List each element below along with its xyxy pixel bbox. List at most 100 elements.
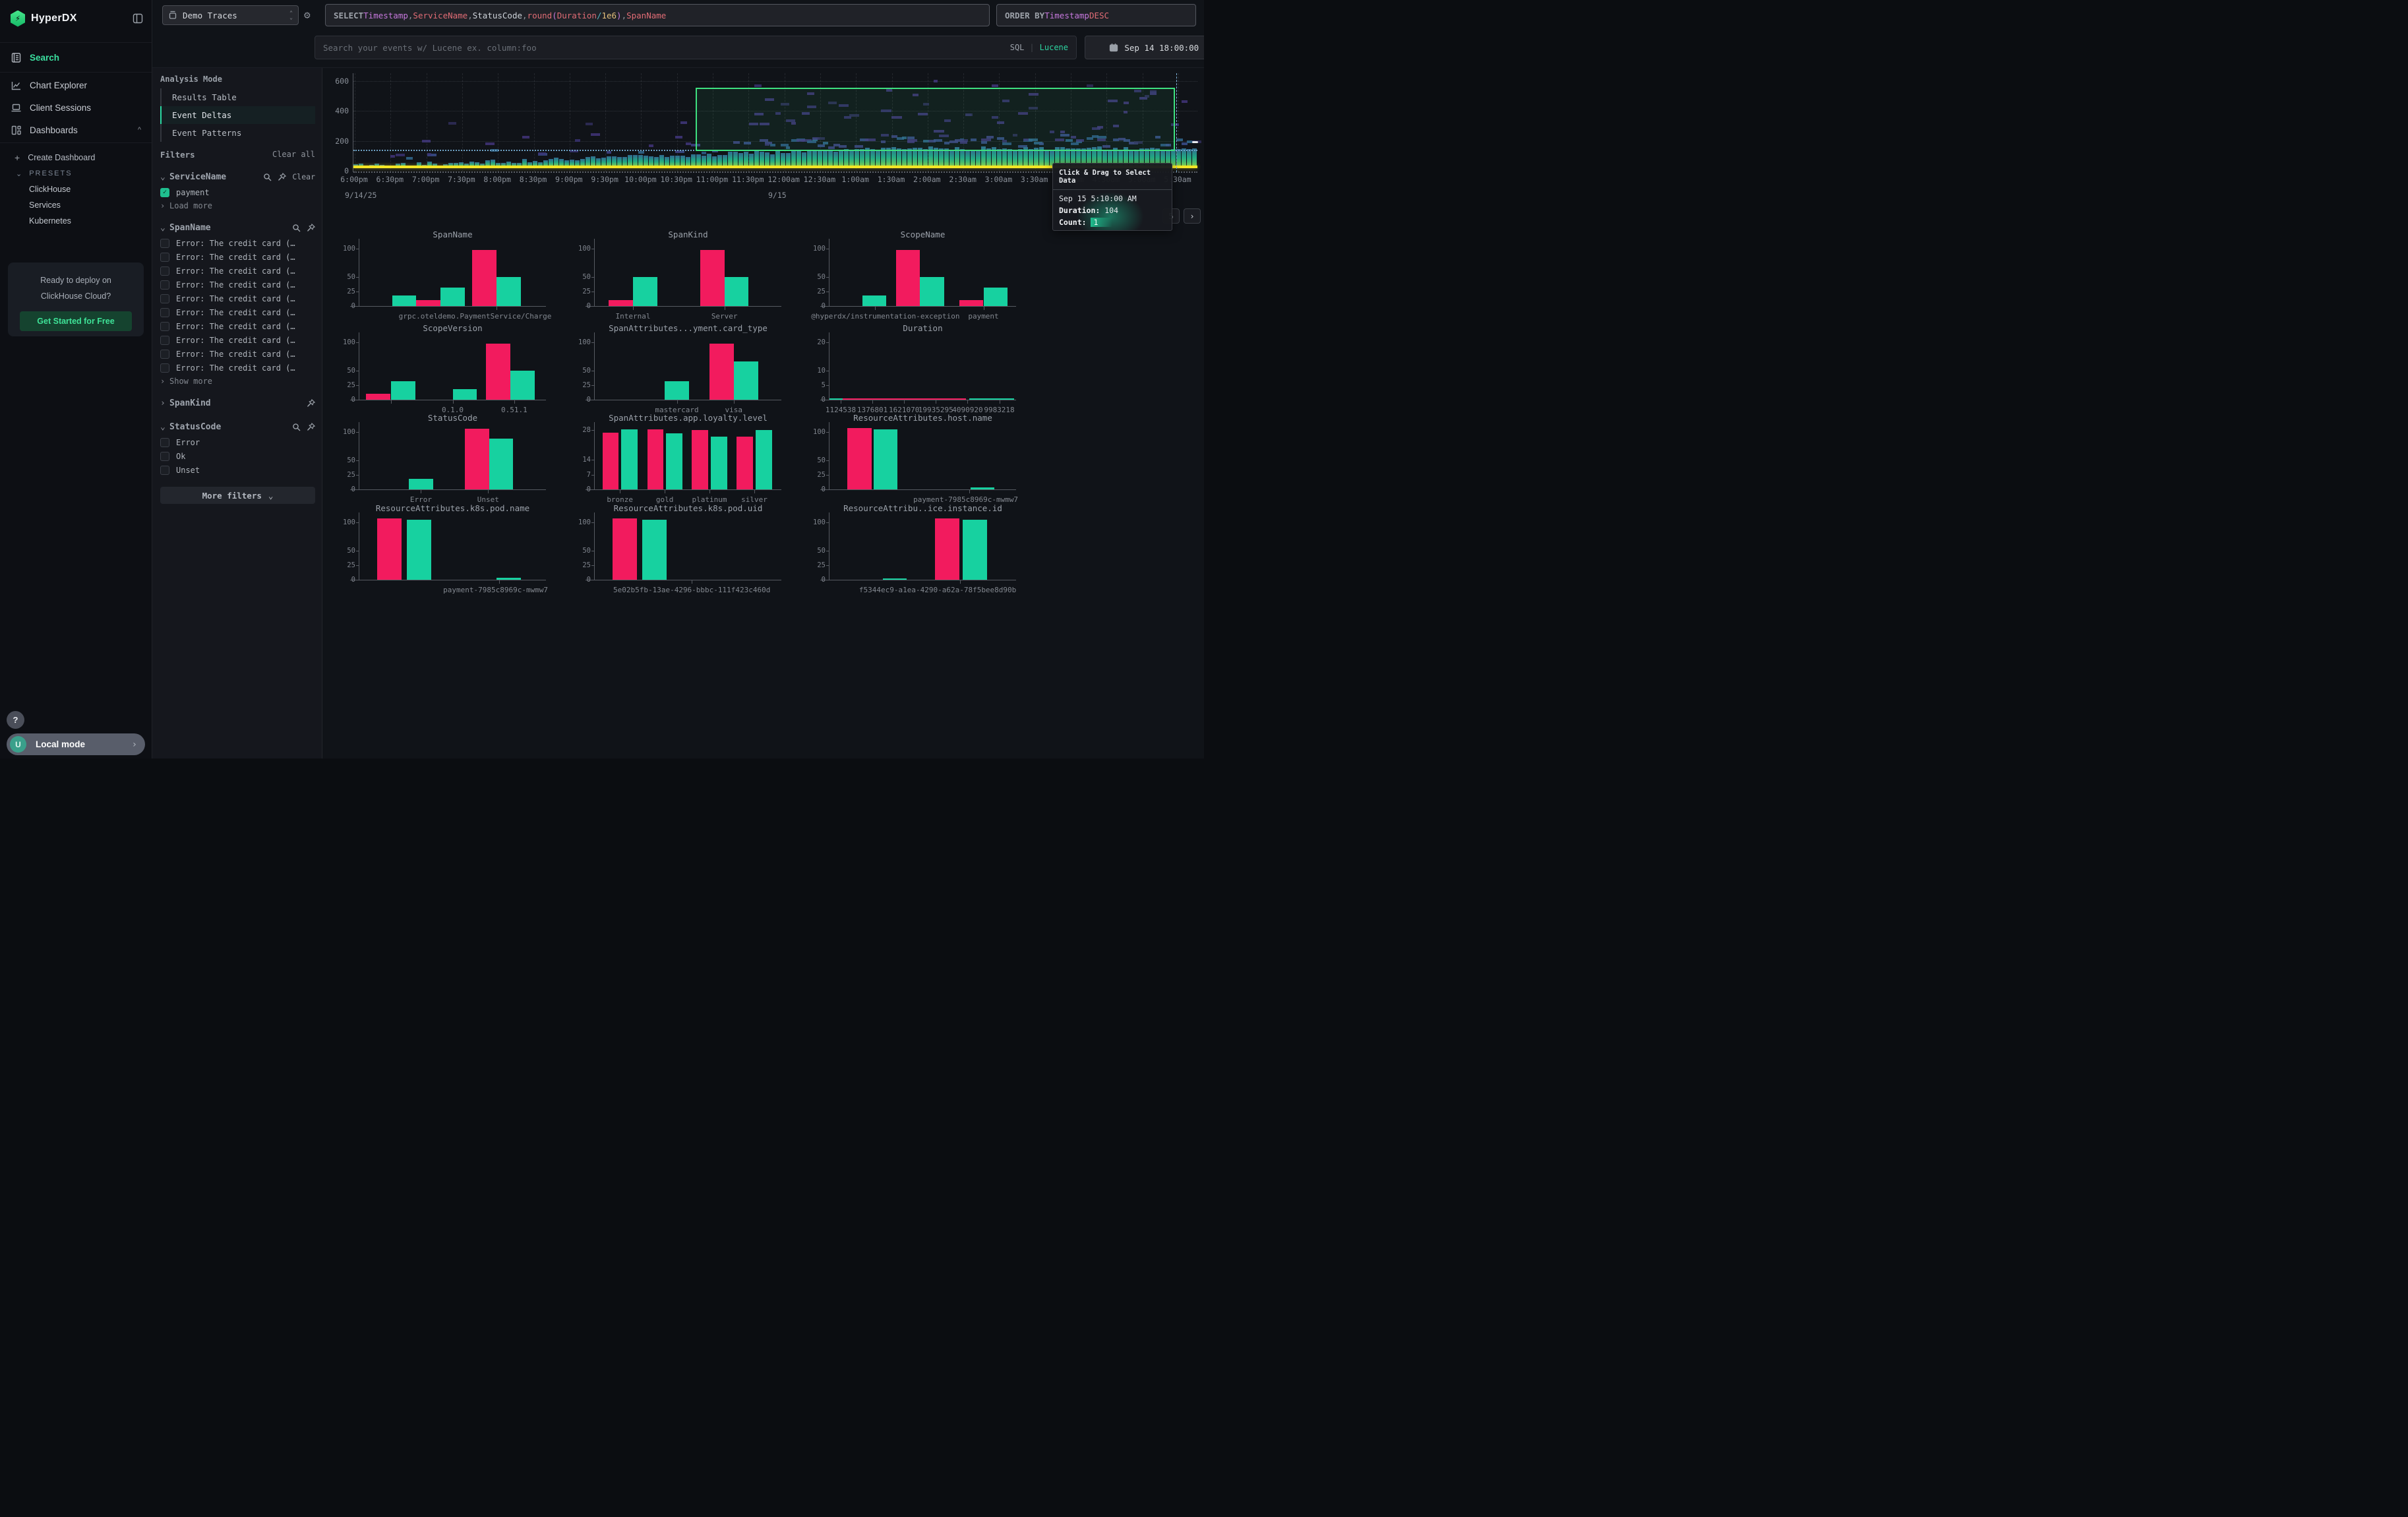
filter-group-header-servicename[interactable]: ⌄ServiceNameClear [160,168,315,185]
filter-group-header-spankind[interactable]: ›SpanKind [160,394,315,412]
filter-checkbox-row[interactable]: Error: The credit card (… [160,305,315,319]
bar-baseline[interactable] [642,520,667,580]
bar-baseline[interactable] [883,578,907,580]
preset-item-kubernetes[interactable]: Kubernetes [0,213,152,229]
filter-checkbox-row[interactable]: Unset [160,463,315,477]
filter-show-more-button[interactable]: ›Show more [160,375,315,388]
bar-baseline[interactable] [633,277,657,306]
orderby-clause-input[interactable]: ORDER BY Timestamp DESC [996,4,1196,26]
bar-baseline[interactable] [453,389,477,400]
analysis-mode-event-deltas[interactable]: Event Deltas [160,106,315,124]
checkbox[interactable] [160,253,169,262]
bar-baseline[interactable] [829,398,843,400]
create-dashboard-button[interactable]: + Create Dashboard [0,150,152,166]
filter-checkbox-row[interactable]: Error: The credit card (… [160,361,315,375]
bar-selected[interactable] [935,518,959,580]
filter-checkbox-row[interactable]: Error: The credit card (… [160,292,315,305]
bar-baseline[interactable] [409,479,433,489]
pin-icon[interactable] [307,399,315,408]
bar-baseline[interactable] [497,277,521,306]
bar-selected[interactable] [737,437,753,489]
date-range-picker[interactable]: Sep 14 18:00:00 - Sep 15 05:30:00 [1085,36,1204,59]
get-started-button[interactable]: Get Started for Free [20,311,131,331]
bar-selected[interactable] [613,518,637,580]
bar-baseline[interactable] [756,430,772,489]
sidebar-item-search[interactable]: Search [0,44,152,71]
checkbox[interactable] [160,363,169,373]
bar-baseline[interactable] [969,398,1014,400]
pin-icon[interactable] [307,224,315,232]
bar-selected[interactable] [709,344,734,400]
search-icon[interactable] [292,423,301,431]
checkbox[interactable] [160,239,169,248]
filter-checkbox-row[interactable]: ✓payment [160,185,315,199]
checkbox[interactable] [160,452,169,461]
bar-selected[interactable] [692,430,708,489]
bar-selected[interactable] [377,518,402,580]
bar-selected[interactable] [896,250,920,307]
sidebar-item-client-sessions[interactable]: Client Sessions [0,96,152,119]
source-select[interactable]: Demo Traces ⌃⌄ [162,5,299,25]
filter-load-more-button[interactable]: ›Load more [160,199,315,212]
help-button[interactable]: ? [7,711,24,729]
bar-selected[interactable] [959,300,984,306]
checkbox[interactable] [160,308,169,317]
checkbox[interactable] [160,438,169,447]
bar-baseline[interactable] [666,433,682,489]
checkbox[interactable] [160,266,169,276]
bar-baseline[interactable] [963,520,987,580]
sidebar-item-dashboards[interactable]: Dashboards^ [0,119,152,141]
checkbox[interactable] [160,294,169,303]
filter-checkbox-row[interactable]: Ok [160,449,315,463]
presets-toggle[interactable]: ⌄ PRESETS [0,166,152,181]
filter-checkbox-row[interactable]: Error: The credit card (… [160,347,315,361]
bar-baseline[interactable] [711,437,727,489]
search-icon[interactable] [292,224,301,232]
bar-selected[interactable] [609,300,633,306]
bar-baseline[interactable] [665,381,689,400]
bar-baseline[interactable] [489,439,514,489]
bar-selected[interactable] [472,250,497,307]
bar-baseline[interactable] [971,487,995,489]
checkbox[interactable] [160,350,169,359]
lucene-toggle[interactable]: Lucene [1040,43,1068,52]
preset-item-clickhouse[interactable]: ClickHouse [0,181,152,197]
filter-checkbox-row[interactable]: Error [160,435,315,449]
preset-item-services[interactable]: Services [0,197,152,213]
bar-baseline[interactable] [734,361,758,400]
more-filters-button[interactable]: More filters ⌄ [160,487,315,504]
bar-selected[interactable] [486,344,510,400]
bar-selected[interactable] [416,300,440,306]
heatmap-plot[interactable] [353,73,1197,172]
local-mode-menu[interactable]: U Local mode › [7,733,145,755]
filter-checkbox-row[interactable]: Error: The credit card (… [160,333,315,347]
pin-icon[interactable] [278,173,286,181]
clear-all-button[interactable]: Clear all [272,150,315,160]
filter-checkbox-row[interactable]: Error: The credit card (… [160,264,315,278]
filter-checkbox-row[interactable]: Error: The credit card (… [160,250,315,264]
bar-selected[interactable] [647,429,664,489]
bar-selected[interactable] [465,429,489,489]
pin-icon[interactable] [307,423,315,431]
bar-baseline[interactable] [440,288,465,306]
bar-baseline[interactable] [621,429,638,489]
checkbox[interactable] [160,466,169,475]
bar-baseline[interactable] [407,520,431,580]
bar-baseline[interactable] [874,429,898,489]
filter-group-header-spanname[interactable]: ⌄SpanName [160,219,315,236]
search-input[interactable] [323,43,1010,53]
checkbox[interactable] [160,336,169,345]
drag-selection-region[interactable] [696,88,1175,151]
bar-baseline[interactable] [984,288,1008,306]
bar-baseline[interactable] [920,277,944,306]
bar-selected[interactable] [843,398,966,400]
checkbox[interactable] [160,322,169,331]
bar-selected[interactable] [366,394,390,400]
filter-checkbox-row[interactable]: Error: The credit card (… [160,319,315,333]
checkbox[interactable]: ✓ [160,188,169,197]
bar-baseline[interactable] [392,295,417,306]
filter-checkbox-row[interactable]: Error: The credit card (… [160,236,315,250]
next-page-button[interactable]: › [1184,208,1201,224]
bar-baseline[interactable] [497,578,521,580]
bar-baseline[interactable] [391,381,415,400]
